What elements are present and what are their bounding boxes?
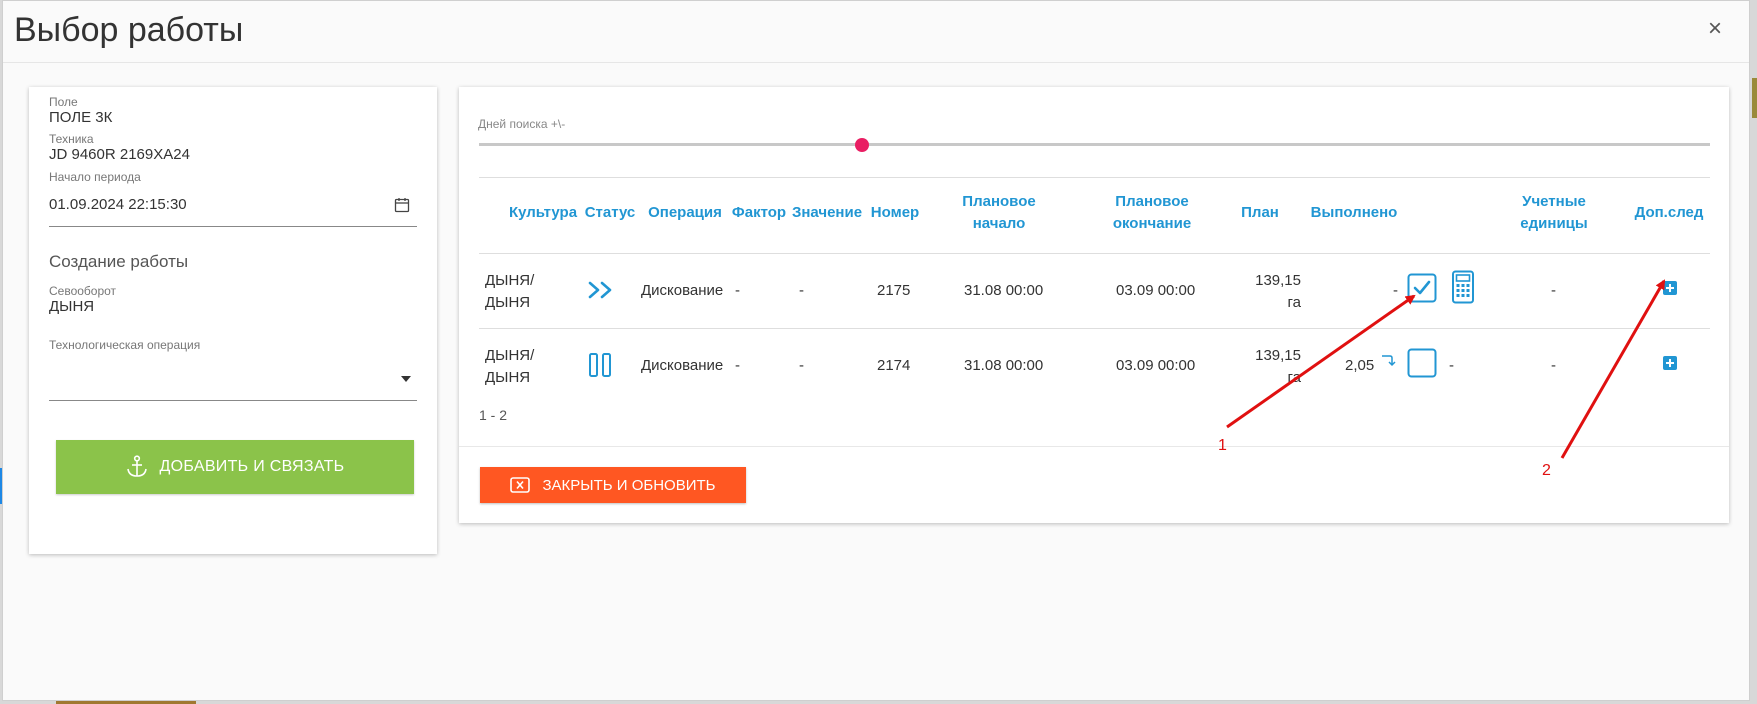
annotation-arrow-2	[1560, 279, 1666, 459]
annotation-arrow-1	[1226, 294, 1416, 429]
annotation-label-2: 2	[1542, 462, 1551, 479]
annotation-label-1: 1	[1218, 437, 1227, 454]
annotation-arrows	[1226, 279, 1666, 459]
